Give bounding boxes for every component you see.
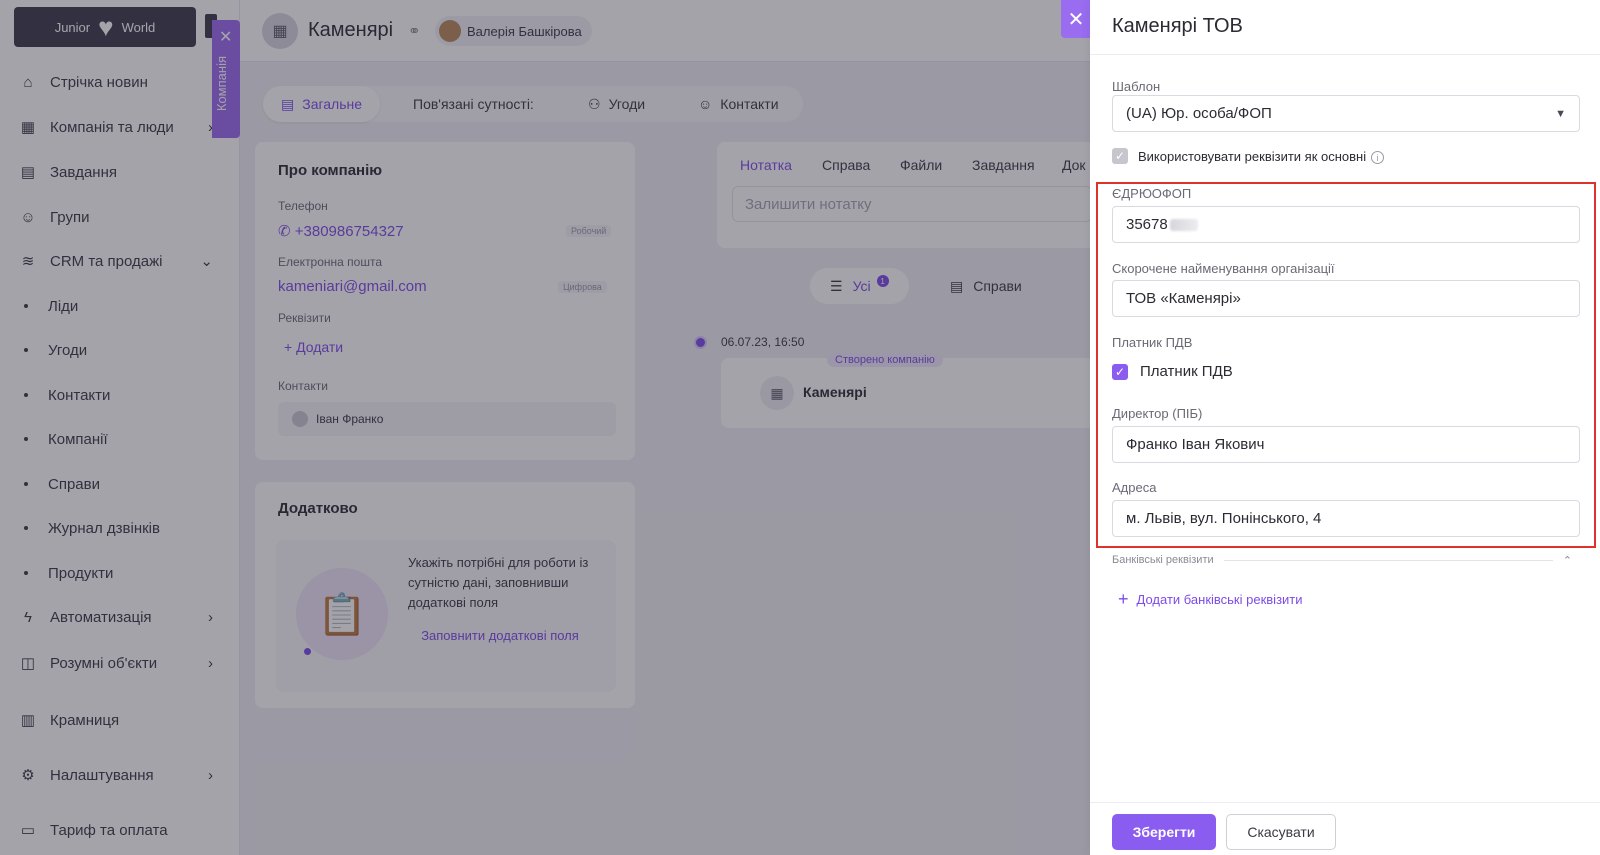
template-value: (UA) Юр. особа/ФОП <box>1126 105 1272 122</box>
short-name-input[interactable]: ТОВ «Каменярі» <box>1112 280 1580 317</box>
save-button[interactable]: Зберегти <box>1112 814 1216 850</box>
info-icon[interactable]: i <box>1371 151 1385 165</box>
checkbox-label-text: Використовувати реквізити як основні <box>1138 149 1367 164</box>
bank-section-label: Банківські реквізити <box>1112 554 1214 566</box>
vat-checkbox[interactable]: ✓ <box>1112 364 1128 380</box>
vat-checkbox-label: Платник ПДВ <box>1140 363 1233 380</box>
close-icon: ✕ <box>1067 8 1085 31</box>
chevron-up-icon: ⌃ <box>1562 554 1572 567</box>
vat-label: Платник ПДВ <box>1112 335 1193 350</box>
address-input[interactable]: м. Львів, вул. Понінського, 4 <box>1112 500 1580 537</box>
edrpou-input[interactable]: 35678 <box>1112 206 1580 243</box>
close-drawer-button[interactable]: ✕ <box>1061 0 1091 38</box>
caret-down-icon: ▼ <box>1555 107 1566 120</box>
drawer-header: Каменярі ТОВ <box>1090 0 1600 55</box>
use-as-main-label: Використовувати реквізити як основні i <box>1138 149 1385 165</box>
cancel-button[interactable]: Скасувати <box>1226 814 1336 850</box>
bank-section-divider[interactable]: Банківські реквізити ⌃ <box>1112 552 1572 568</box>
director-input[interactable]: Франко Іван Якович <box>1112 426 1580 463</box>
address-label: Адреса <box>1112 480 1157 495</box>
add-bank-requisites-button[interactable]: + Додати банківські реквізити <box>1118 590 1303 608</box>
drawer-title: Каменярі ТОВ <box>1112 15 1243 37</box>
drawer-footer: Зберегти Скасувати <box>1090 802 1600 855</box>
requisites-drawer: Каменярі ТОВ Шаблон (UA) Юр. особа/ФОП ▼… <box>1090 0 1600 855</box>
edrpou-label: ЄДРЮОФОП <box>1112 186 1192 201</box>
use-as-main-checkbox[interactable]: ✓ <box>1112 148 1128 164</box>
modal-backdrop[interactable] <box>0 0 1090 855</box>
template-label: Шаблон <box>1112 79 1161 94</box>
add-bank-label: Додати банківські реквізити <box>1136 591 1303 607</box>
plus-icon: + <box>1118 589 1129 609</box>
redacted-digits <box>1169 218 1198 231</box>
template-select[interactable]: (UA) Юр. особа/ФОП ▼ <box>1112 95 1580 132</box>
short-name-label: Скорочене найменування організації <box>1112 261 1335 276</box>
edrpou-value: 35678 <box>1126 216 1168 233</box>
director-label: Директор (ПІБ) <box>1112 406 1203 421</box>
divider-line <box>1223 559 1553 561</box>
